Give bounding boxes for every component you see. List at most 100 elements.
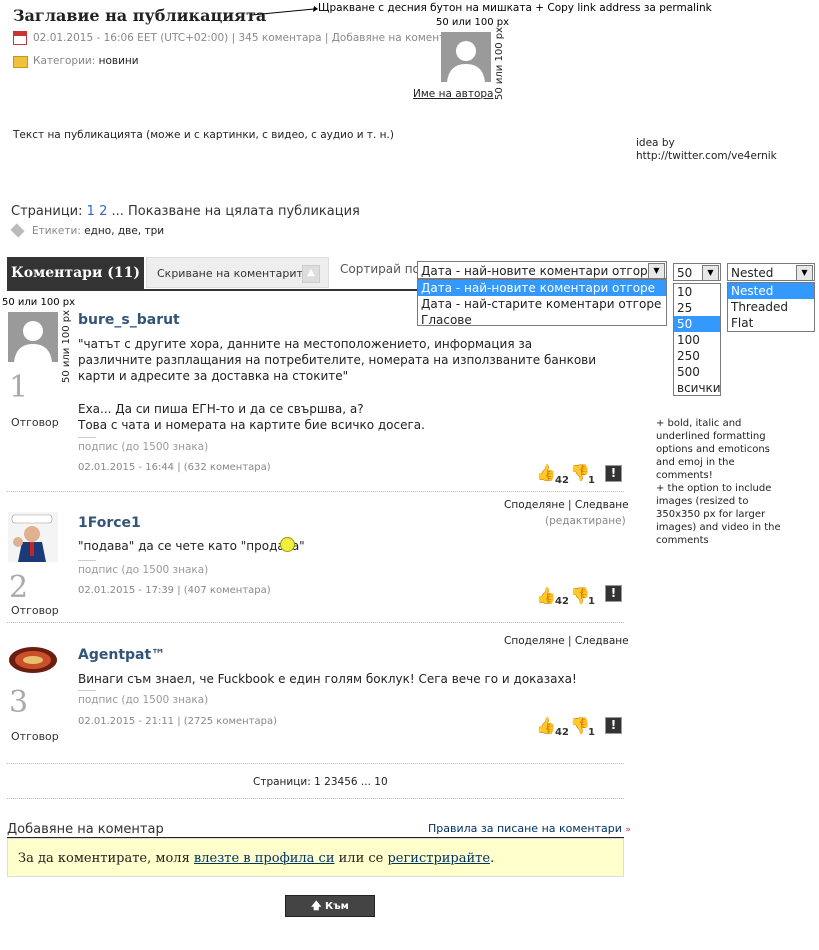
idea-note-line1: idea by — [636, 137, 675, 149]
comment-avatar[interactable] — [8, 512, 58, 562]
category-link[interactable]: новини — [99, 55, 139, 67]
sort-dropdown: Дата - най-новите коментари отгоре Дата … — [417, 279, 667, 328]
pager-page[interactable]: 3 — [331, 776, 338, 788]
back-to-top-button[interactable]: 🡅 Към началото — [285, 895, 375, 934]
pager-separator — [7, 798, 624, 799]
tags-label: Етикети: — [32, 225, 81, 237]
comment-avatar[interactable] — [8, 312, 58, 362]
arrow-up-icon: ▲ — [302, 265, 320, 283]
comment-meta: 02.01.2015 - 16:44 | (632 коментара) — [78, 462, 271, 473]
dislikes-count: 1 — [588, 475, 595, 486]
tag-icon — [10, 223, 25, 238]
categories-label: Категории: — [33, 55, 96, 67]
post-body: Текст на публикацията (може и с картинки… — [13, 129, 394, 141]
reply-link[interactable]: Отговор — [11, 730, 59, 743]
comment-separator — [7, 763, 624, 764]
thumbs-down-icon[interactable]: 👎 — [570, 586, 590, 605]
count-option[interactable]: всички — [674, 380, 721, 396]
avatar-side-note: 50 или 100 px — [61, 309, 72, 383]
folder-icon — [13, 56, 28, 68]
author-avatar[interactable] — [441, 32, 491, 82]
count-dropdown: 10 25 50 100 250 500 всички — [673, 283, 721, 396]
share-follow-links[interactable]: Споделяне | Следване — [504, 635, 629, 647]
tab-comments[interactable]: Коментари (11) — [7, 257, 144, 290]
arrow-annotation-icon — [251, 6, 318, 16]
comment-avatar[interactable] — [8, 645, 58, 675]
mode-select[interactable]: Nested ▼ — [727, 263, 815, 281]
count-option[interactable]: 500 — [674, 364, 720, 380]
sort-option[interactable]: Дата - най-новите коментари отгоре — [418, 280, 666, 296]
mode-option[interactable]: Nested — [728, 283, 814, 299]
report-icon[interactable]: ! — [605, 585, 622, 602]
dislikes-count: 1 — [588, 596, 595, 607]
comment-text: "подава" да се чете като "продава" — [78, 539, 305, 553]
register-link[interactable]: регистрирайте — [387, 851, 490, 866]
pager-page[interactable]: 5 — [344, 776, 351, 788]
thumbs-up-icon[interactable]: 👍 — [536, 586, 556, 605]
author-name-link[interactable]: Име на автора — [413, 88, 493, 100]
sort-selected: Дата - най-новите коментари отгоре — [421, 264, 656, 278]
sort-option[interactable]: Гласове — [418, 312, 666, 328]
pager-page[interactable]: 10 — [374, 776, 387, 788]
login-link[interactable]: влезте в профила си — [194, 851, 335, 866]
pages-label: Страници: — [11, 204, 83, 219]
comment-username[interactable]: 1Force1 — [78, 515, 141, 531]
post-title[interactable]: Заглавие на публикацията — [13, 6, 266, 25]
dropdown-arrow-icon: ▼ — [796, 265, 813, 281]
count-option[interactable]: 10 — [674, 284, 720, 300]
comment-meta: 02.01.2015 - 17:39 | (407 коментара) — [78, 585, 271, 596]
comments-pager: Страници: 1 23456 ... 10 — [253, 776, 388, 788]
idea-note-line2: http://twitter.com/ve4ernik — [636, 150, 777, 162]
comment-username[interactable]: bure_s_barut — [78, 312, 180, 328]
hide-comments-label: Скриване на коментарите — [157, 267, 310, 280]
page-link-1[interactable]: 1 — [87, 204, 95, 219]
share-follow-links[interactable]: Споделяне | Следване — [504, 499, 629, 511]
mode-dropdown: Nested Threaded Flat — [727, 282, 815, 332]
count-option[interactable]: 250 — [674, 348, 720, 364]
mode-option[interactable]: Flat — [728, 315, 814, 331]
pager-label: Страници: — [253, 776, 311, 788]
add-comment-title: Добавяне на коментар — [7, 822, 164, 837]
sort-label: Сортирай по: — [340, 262, 424, 276]
calendar-icon — [13, 31, 27, 45]
signature-divider — [78, 690, 96, 691]
count-select[interactable]: 50 ▼ — [673, 263, 721, 281]
pager-ellipsis: ... — [360, 776, 371, 788]
count-option[interactable]: 25 — [674, 300, 720, 316]
login-prompt: За да коментирате, моля влезте в профила… — [7, 838, 624, 877]
comment-number: 2 — [9, 570, 29, 605]
comment-meta: 02.01.2015 - 21:11 | (2725 коментара) — [78, 716, 278, 727]
thumbs-up-icon[interactable]: 👍 — [536, 716, 556, 735]
arrow-up-icon: 🡅 — [311, 901, 322, 912]
page-link-2[interactable]: 2 — [99, 204, 107, 219]
reply-link[interactable]: Отговор — [11, 604, 59, 617]
hide-comments-button[interactable]: Скриване на коментарите ▲ — [146, 257, 329, 288]
signature-divider — [78, 560, 96, 561]
comment-rules-link[interactable]: Правила за писане на коментари » — [428, 822, 631, 835]
report-icon[interactable]: ! — [605, 465, 622, 482]
thumbs-down-icon[interactable]: 👎 — [570, 463, 590, 482]
sort-option[interactable]: Дата - най-старите коментари отгоре — [418, 296, 666, 312]
count-option[interactable]: 50 — [674, 316, 720, 332]
thumbs-up-icon[interactable]: 👍 — [536, 463, 556, 482]
dislikes-count: 1 — [588, 727, 595, 738]
pager-page[interactable]: 1 — [314, 776, 321, 788]
mode-option[interactable]: Threaded — [728, 299, 814, 315]
double-chevron-right-icon: » — [625, 825, 631, 835]
signature-divider — [78, 437, 96, 438]
reply-link[interactable]: Отговор — [11, 416, 59, 429]
report-icon[interactable]: ! — [605, 717, 622, 734]
thumbs-down-icon[interactable]: 👎 — [570, 716, 590, 735]
pager-page[interactable]: 6 — [351, 776, 358, 788]
comment-username[interactable]: Agentpat™ — [78, 647, 165, 663]
show-full-post-link[interactable]: ... Показване на цялата публикация — [111, 204, 359, 219]
pager-page[interactable]: 2 — [324, 776, 331, 788]
comment-number: 3 — [9, 685, 29, 720]
likes-count: 42 — [555, 727, 569, 738]
sort-select[interactable]: Дата - най-новите коментари отгоре ▼ — [417, 261, 667, 279]
tags-value[interactable]: едно, две, три — [84, 225, 164, 237]
login-or: или се — [338, 851, 384, 866]
count-option[interactable]: 100 — [674, 332, 720, 348]
comment-text: Еха... Да си пиша ЕГН-то и да се свършва… — [78, 402, 364, 416]
comment-text: Това с чата и номерата на картите бие вс… — [78, 418, 425, 432]
